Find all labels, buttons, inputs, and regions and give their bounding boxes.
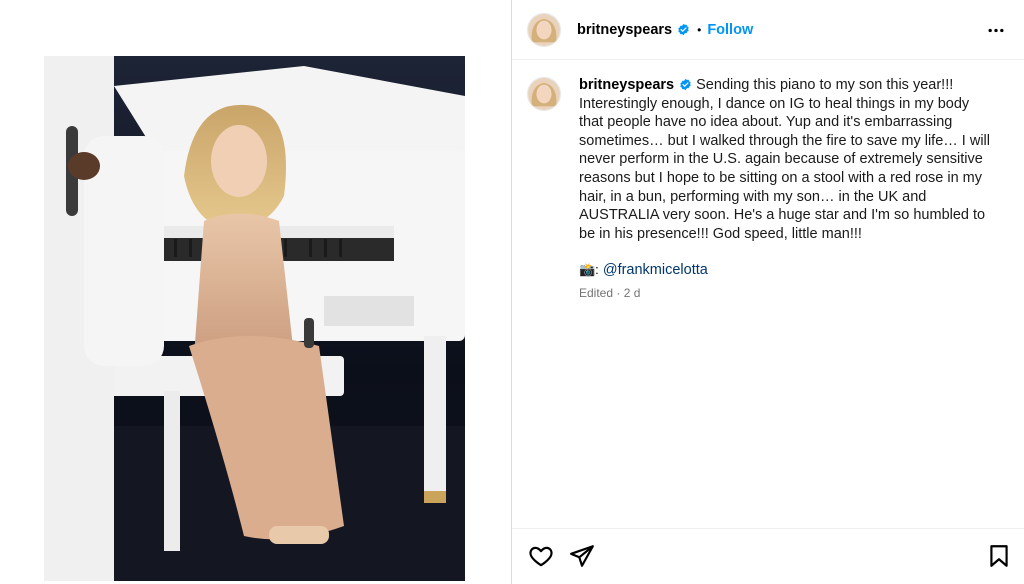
- verified-badge-icon: [677, 23, 690, 36]
- verified-badge-icon: [679, 78, 692, 91]
- photo-credit: 📸: @frankmicelotta: [579, 261, 994, 280]
- caption-username[interactable]: britneyspears: [579, 77, 674, 93]
- caption-body: britneyspears Sending this piano to my s…: [579, 76, 994, 300]
- caption-message: Sending this piano to my son this year!!…: [579, 77, 990, 242]
- media-pane: [0, 0, 511, 584]
- camera-emoji-icon: 📸:: [579, 262, 599, 278]
- post-photo-image: [44, 56, 465, 581]
- credit-handle-link[interactable]: @frankmicelotta: [603, 262, 708, 278]
- heart-icon[interactable]: [528, 543, 554, 569]
- bookmark-icon[interactable]: [986, 543, 1012, 569]
- post-header: britneyspears • Follow: [512, 0, 1024, 60]
- author-username[interactable]: britneyspears: [577, 22, 672, 38]
- post-timestamp[interactable]: 2 d: [624, 286, 641, 300]
- post-photo[interactable]: [44, 56, 465, 581]
- caption-row: britneyspears Sending this piano to my s…: [527, 76, 1012, 300]
- share-paper-plane-icon[interactable]: [569, 543, 595, 569]
- meta-separator: ·: [616, 285, 621, 300]
- caption-avatar[interactable]: [527, 77, 561, 111]
- header-separator: •: [697, 22, 702, 37]
- follow-button[interactable]: Follow: [707, 22, 753, 38]
- edited-label: Edited: [579, 285, 614, 300]
- post-side-panel: britneyspears • Follow britneyspears Sen…: [512, 0, 1024, 584]
- post-meta: Edited · 2 d: [579, 286, 994, 300]
- actions-bar: [512, 529, 1024, 584]
- caption-text: britneyspears Sending this piano to my s…: [579, 76, 994, 243]
- author-avatar[interactable]: [527, 12, 561, 47]
- caption-area: britneyspears Sending this piano to my s…: [512, 60, 1024, 528]
- more-options-icon[interactable]: [986, 20, 1006, 40]
